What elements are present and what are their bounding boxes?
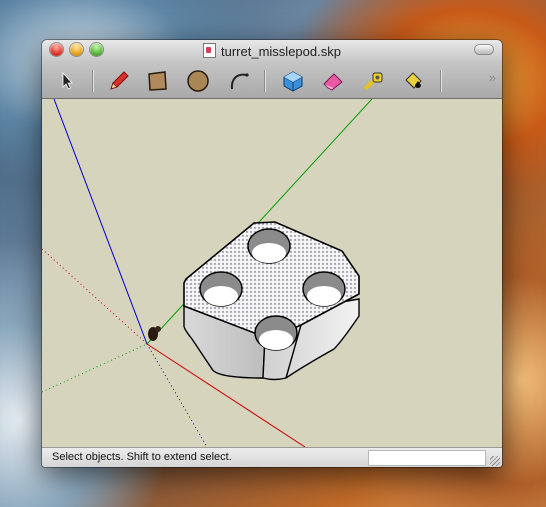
paint-bucket-tool-button[interactable]	[400, 68, 426, 94]
measurements-box[interactable]	[368, 450, 486, 466]
resize-handle[interactable]	[490, 456, 500, 466]
circle-icon	[187, 70, 209, 92]
toolbar-separator	[264, 70, 265, 92]
tape-measure-icon	[363, 72, 383, 91]
red-axis-hidden	[42, 248, 148, 345]
window-title-area: turret_misslepod.skp	[42, 43, 502, 59]
select-tool-button[interactable]	[54, 68, 80, 94]
toolbar-separator	[440, 70, 441, 92]
toolbar-toggle-button[interactable]	[475, 45, 493, 54]
eraser-tool-button[interactable]	[320, 68, 346, 94]
window-title: turret_misslepod.skp	[221, 44, 341, 59]
toolbar-separator	[92, 70, 93, 92]
pencil-icon	[110, 71, 129, 90]
circle-tool-button[interactable]	[185, 68, 211, 94]
arc-icon	[230, 73, 249, 90]
person-figure	[148, 326, 161, 341]
status-text: Select objects. Shift to extend select.	[52, 451, 232, 463]
make-component-tool-button[interactable]	[280, 68, 306, 94]
model-canvas[interactable]	[42, 99, 502, 447]
status-bar: Select objects. Shift to extend select.	[42, 447, 502, 467]
pencil-tool-button[interactable]	[106, 68, 132, 94]
arc-tool-button[interactable]	[226, 68, 252, 94]
document-icon	[203, 43, 217, 58]
sketchup-window: turret_misslepod.skp » Select objects. S…	[42, 40, 502, 467]
model-viewport[interactable]	[42, 99, 502, 447]
paint-bucket-icon	[405, 72, 422, 89]
eraser-icon	[323, 73, 343, 91]
arrow-cursor-icon	[62, 71, 73, 90]
rectangle-tool-button[interactable]	[144, 68, 170, 94]
blue-axis	[53, 99, 148, 345]
titlebar[interactable]: turret_misslepod.skp »	[42, 40, 502, 99]
toolbar-overflow-button[interactable]: »	[489, 70, 496, 85]
component-box-icon	[283, 71, 303, 92]
tape-measure-tool-button[interactable]	[360, 68, 386, 94]
rectangle-icon	[148, 71, 167, 91]
green-axis-hidden	[42, 343, 148, 393]
blue-axis-hidden	[146, 343, 208, 447]
